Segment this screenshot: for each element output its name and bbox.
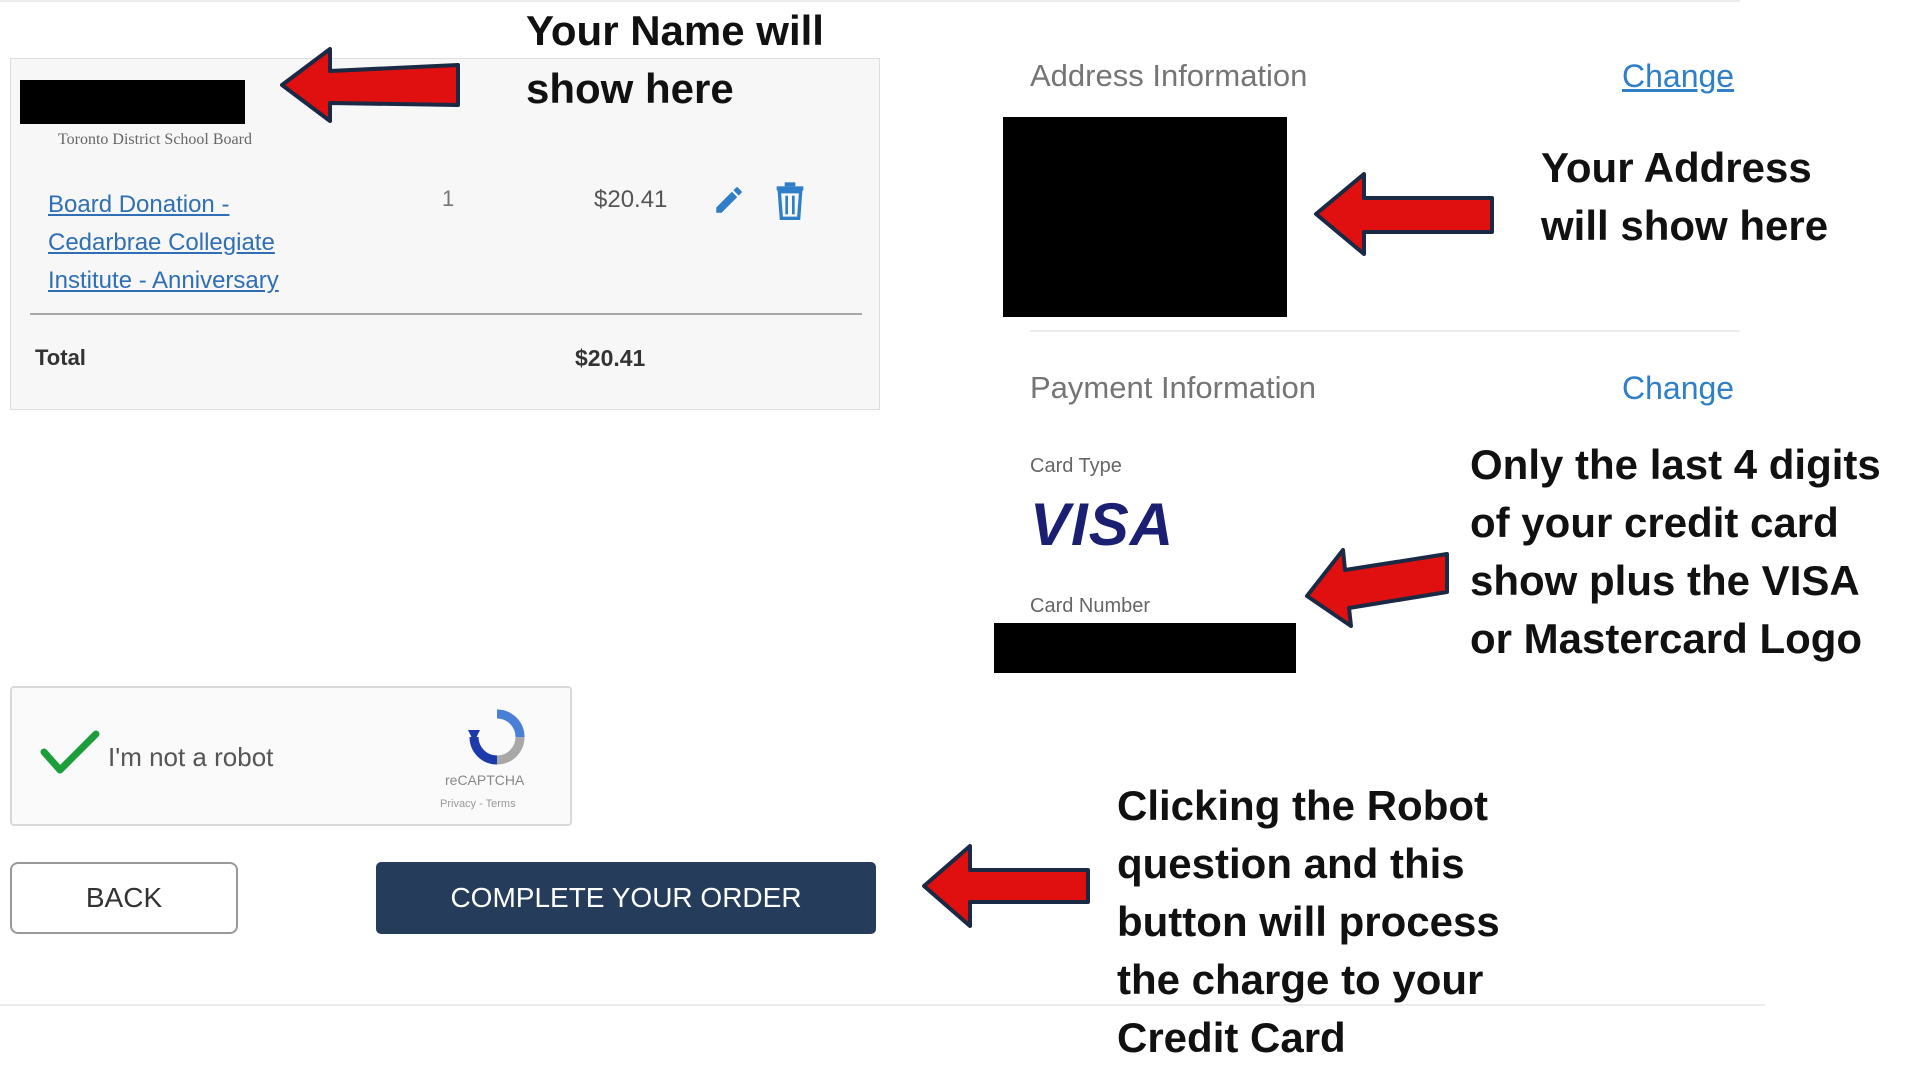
annotation-address: Your Address will show here [1541, 139, 1828, 255]
total-label: Total [35, 345, 86, 370]
annotation-line: Your Address [1541, 144, 1812, 191]
top-divider [0, 0, 1740, 2]
annotation-line: Credit Card [1117, 1014, 1346, 1061]
recaptcha-brand: reCAPTCHA [445, 772, 525, 788]
annotation-line: question and this [1117, 840, 1465, 887]
annotation-line: Clicking the Robot [1117, 782, 1488, 829]
cart-item-price: $20.41 [594, 186, 668, 213]
redacted-name [20, 80, 245, 124]
recaptcha-label: I'm not a robot [108, 742, 274, 772]
address-section-title: Address Information [1030, 58, 1308, 93]
cart-item-quantity: 1 [442, 186, 455, 211]
cart-divider [30, 313, 862, 315]
annotation-line: Your Name will [526, 7, 824, 54]
payment-section-title: Payment Information [1030, 370, 1317, 405]
section-divider [1030, 330, 1740, 332]
arrow-left-icon [1314, 172, 1494, 256]
arrow-left-icon [1305, 548, 1449, 628]
visa-logo: VISA [1030, 491, 1175, 558]
annotation-line: will show here [1541, 202, 1829, 249]
card-number-label: Card Number [1030, 595, 1151, 617]
card-type-label: Card Type [1030, 455, 1122, 477]
annotation-line: the charge to your [1117, 956, 1484, 1003]
complete-order-button[interactable]: COMPLETE YOUR ORDER [376, 862, 876, 934]
recaptcha-terms[interactable]: Privacy - Terms [440, 798, 516, 810]
redacted-address [1003, 117, 1287, 317]
address-change-link[interactable]: Change [1622, 58, 1734, 95]
payment-change-link[interactable]: Change [1622, 370, 1734, 407]
arrow-left-icon [922, 844, 1090, 928]
redacted-card-number [994, 623, 1296, 673]
total-value: $20.41 [575, 345, 646, 371]
annotation-complete: Clicking the Robot question and this but… [1117, 777, 1500, 1067]
annotation-card: Only the last 4 digits of your credit ca… [1470, 436, 1881, 668]
annotation-line: of your credit card [1470, 499, 1839, 546]
pencil-icon[interactable] [712, 183, 746, 217]
annotation-line: or Mastercard Logo [1470, 615, 1863, 662]
annotation-line: button will process [1117, 898, 1500, 945]
checkmark-icon[interactable] [40, 728, 100, 776]
recaptcha-logo-icon [468, 709, 525, 765]
org-name: Toronto District School Board [58, 131, 252, 148]
arrow-left-icon [280, 47, 460, 123]
annotation-line: show here [526, 65, 734, 112]
cart-item-link[interactable]: Board Donation - Cedarbrae Collegiate In… [48, 186, 338, 300]
trash-icon[interactable] [774, 182, 806, 220]
annotation-line: show plus the VISA [1470, 557, 1860, 604]
annotation-line: Only the last 4 digits [1470, 441, 1881, 488]
back-button[interactable]: BACK [10, 862, 238, 934]
bottom-divider [0, 1004, 1765, 1006]
annotation-name: Your Name will show here [526, 2, 824, 118]
